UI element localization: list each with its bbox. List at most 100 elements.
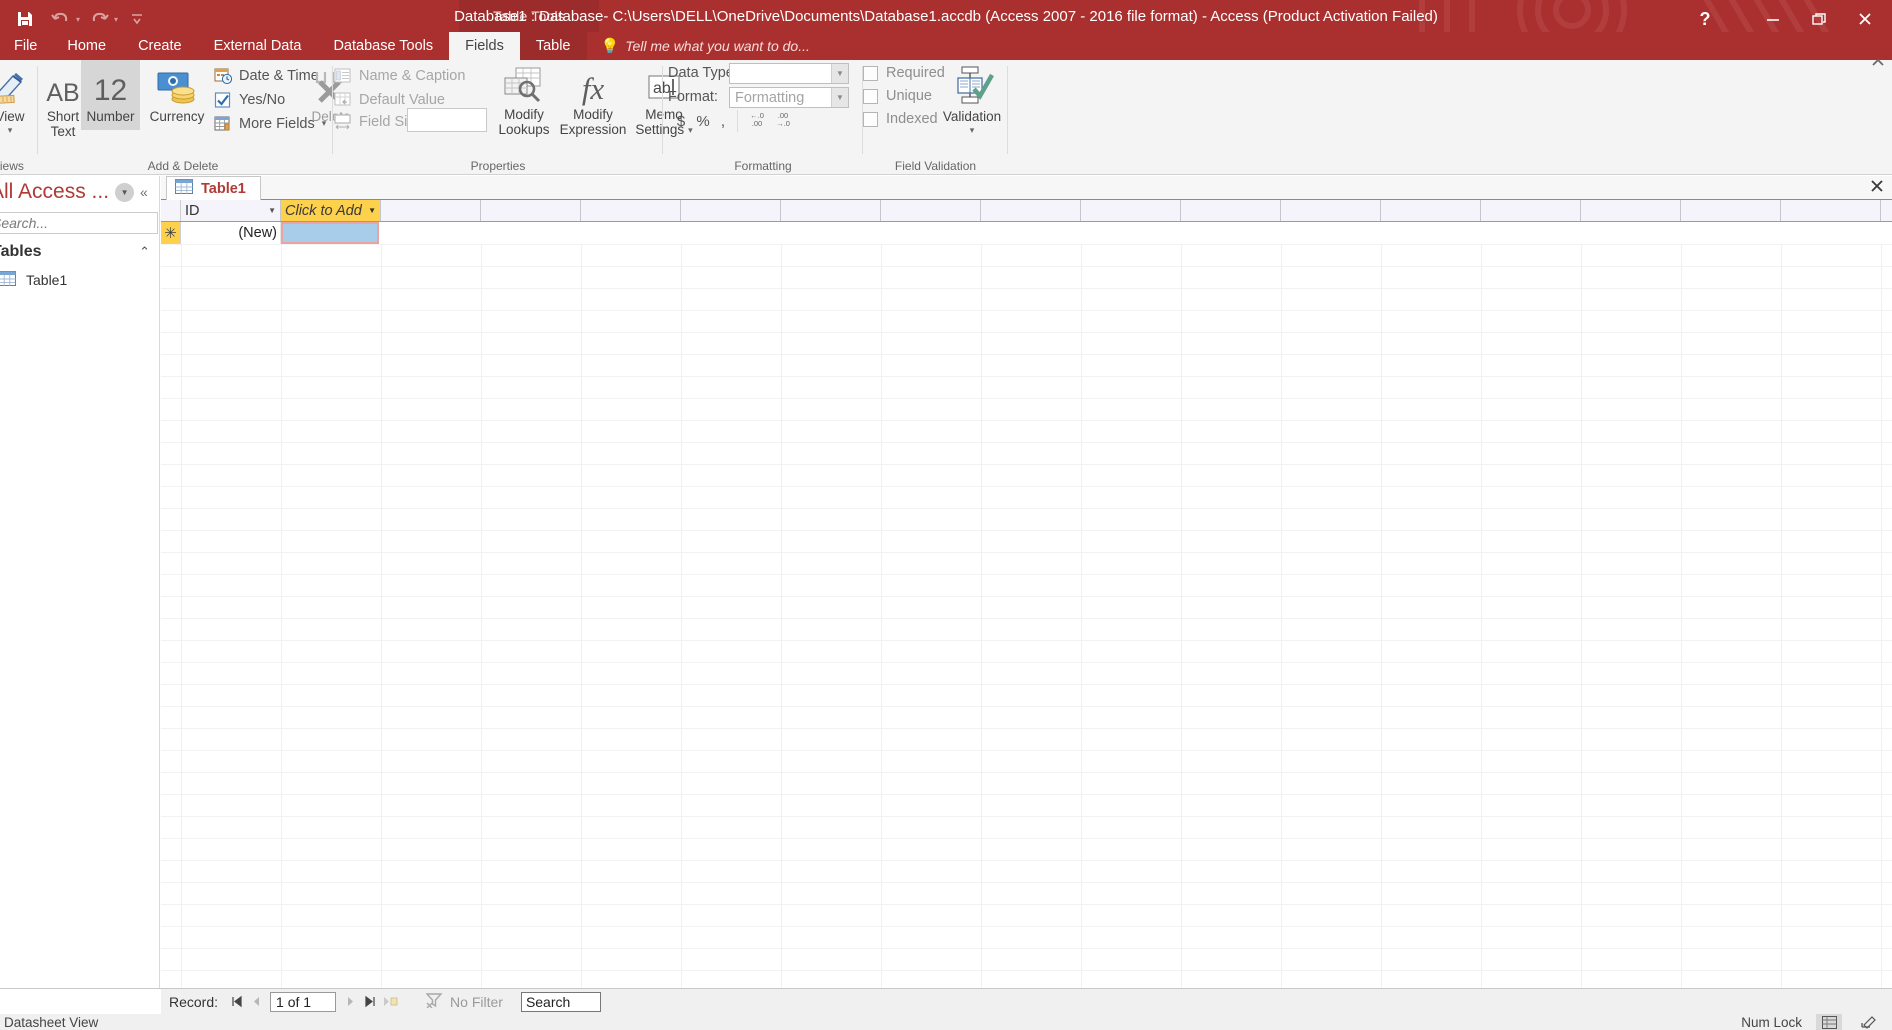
validation-dropdown-icon[interactable]: ▾ — [970, 125, 975, 135]
unique-label: Unique — [886, 88, 932, 104]
column-header-blank — [1681, 200, 1781, 221]
datasheet-grid-background — [161, 244, 1892, 988]
save-icon[interactable] — [8, 3, 42, 35]
restore-icon[interactable] — [1796, 2, 1842, 36]
tab-database-tools[interactable]: Database Tools — [317, 32, 449, 60]
column-header-blank — [1581, 200, 1681, 221]
ribbon-group-formatting: Data Type: ▼ Format: Formatting ▼ $ % , … — [663, 60, 863, 175]
number-icon: 12 — [93, 74, 128, 107]
unique-checkbox[interactable] — [863, 88, 878, 104]
datasheet-view-button[interactable] — [1816, 1014, 1842, 1030]
redo-icon[interactable] — [82, 3, 116, 35]
undo-icon[interactable] — [44, 3, 78, 35]
tab-home[interactable]: Home — [51, 32, 122, 60]
new-record-asterisk-icon[interactable]: ✳ — [161, 222, 181, 244]
close-icon[interactable] — [1842, 2, 1888, 36]
checkbox-icon — [213, 90, 232, 109]
apply-percent-format-button[interactable]: % — [692, 110, 714, 132]
select-all-corner[interactable] — [161, 200, 181, 221]
short-text-label-2: Text — [50, 124, 76, 140]
modify-lookups-icon — [503, 64, 545, 104]
more-fields-icon — [213, 114, 232, 133]
navigation-search-box[interactable] — [0, 212, 190, 234]
name-caption-button[interactable]: Name & Caption — [333, 66, 465, 85]
cell-id[interactable]: (New) — [181, 222, 281, 244]
filter-dropdown-icon[interactable]: ▼ — [115, 182, 135, 202]
chevron-down-icon[interactable]: ▼ — [262, 206, 276, 215]
currency-button[interactable]: Currency — [143, 66, 211, 124]
required-checkbox[interactable] — [863, 65, 878, 81]
double-chevron-left-icon[interactable]: « — [140, 184, 148, 200]
navigation-group-tables[interactable]: Tables ⌃ — [0, 240, 160, 264]
data-type-dropdown-icon[interactable]: ▼ — [831, 64, 848, 83]
design-view-button[interactable] — [1856, 1014, 1882, 1030]
default-value-button[interactable]: Default Value — [333, 90, 445, 109]
field-size-input[interactable] — [407, 108, 487, 132]
tell-me-search[interactable]: 💡 Tell me what you want to do... — [587, 32, 810, 60]
column-header-id[interactable]: ID ▼ — [181, 200, 281, 221]
default-value-label: Default Value — [359, 91, 445, 108]
cell-new-field[interactable] — [281, 222, 379, 244]
new-record-button[interactable] — [380, 991, 400, 1013]
last-record-button[interactable] — [360, 991, 380, 1013]
column-header-blank — [1081, 200, 1181, 221]
search-input[interactable] — [0, 215, 174, 231]
sidebar-item-table1[interactable]: Table1 — [0, 268, 160, 292]
column-header-blank — [681, 200, 781, 221]
record-position-box[interactable]: 1 of 1 — [270, 991, 337, 1012]
next-record-button[interactable] — [340, 991, 360, 1013]
first-record-button[interactable] — [226, 991, 246, 1013]
apply-comma-format-button[interactable]: , — [714, 110, 732, 132]
format-dropdown-icon[interactable]: ▼ — [831, 88, 848, 107]
sidebar-item-label: Table1 — [26, 272, 68, 288]
customize-quick-access-toolbar-icon[interactable] — [120, 3, 154, 35]
number-button[interactable]: 12 Number — [81, 60, 140, 130]
chevron-up-icon[interactable] — [1870, 56, 1886, 73]
decrease-decimals-button[interactable]: .00 →.0 — [769, 112, 797, 128]
record-navigator: Record: 1 of 1 No Filter Search — [161, 988, 1892, 1014]
tab-fields[interactable]: Fields — [449, 32, 520, 60]
double-chevron-up-icon[interactable]: ⌃ — [139, 244, 150, 260]
minimize-icon[interactable] — [1750, 2, 1796, 36]
datasheet-search-field[interactable]: Search — [520, 991, 601, 1012]
table-row[interactable]: ✳ (New) — [161, 222, 1892, 244]
tab-create[interactable]: Create — [122, 32, 198, 60]
increase-decimals-button[interactable]: ←.0 .00 — [743, 112, 771, 128]
column-header-click-to-add[interactable]: Click to Add ▼ — [281, 200, 381, 221]
indexed-label: Indexed — [886, 111, 938, 127]
yes-no-button[interactable]: Yes/No — [213, 90, 285, 109]
view-button-label: View — [0, 109, 25, 124]
format-value: Formatting — [735, 89, 805, 106]
modify-lookups-label-2: Lookups — [498, 122, 550, 138]
previous-record-button[interactable] — [246, 991, 266, 1013]
ribbon-group-views: View ▾ Views — [0, 60, 38, 175]
navigation-pane: All Access ... ▼ « Tables ⌃ Table1 — [0, 176, 190, 1017]
column-header-blank — [381, 200, 481, 221]
column-header-id-label: ID — [185, 202, 200, 219]
format-select[interactable]: Formatting ▼ — [729, 87, 849, 108]
tab-table[interactable]: Table — [519, 32, 587, 60]
indexed-checkbox[interactable] — [863, 111, 878, 127]
lightbulb-icon: 💡 — [600, 38, 620, 55]
close-icon[interactable] — [1870, 179, 1884, 196]
currency-icon — [156, 66, 198, 106]
view-dropdown-icon[interactable]: ▾ — [8, 125, 13, 135]
tab-file[interactable]: File — [0, 32, 52, 60]
calendar-clock-icon — [213, 66, 232, 85]
apply-currency-format-button[interactable]: $ — [670, 110, 692, 132]
document-tab-table1[interactable]: Table1 — [166, 176, 261, 200]
unique-checkbox-row[interactable]: Unique — [863, 88, 932, 104]
filter-status[interactable]: No Filter — [425, 992, 503, 1011]
column-header-click-to-add-label: Click to Add — [285, 202, 362, 219]
modify-expression-button[interactable]: fx Modify Expression — [555, 64, 631, 137]
help-icon[interactable]: ? — [1682, 2, 1728, 36]
tab-external-data[interactable]: External Data — [198, 32, 318, 60]
data-type-select[interactable]: ▼ — [729, 63, 849, 84]
indexed-checkbox-row[interactable]: Indexed — [863, 111, 938, 127]
validation-button[interactable]: Validation ▾ — [933, 66, 1011, 135]
column-header-blank — [781, 200, 881, 221]
chevron-down-icon[interactable]: ▼ — [362, 206, 376, 215]
modify-lookups-label-1: Modify — [504, 107, 544, 122]
increase-decimals-bottom: .00 — [751, 118, 763, 128]
modify-lookups-button[interactable]: Modify Lookups — [493, 64, 555, 137]
